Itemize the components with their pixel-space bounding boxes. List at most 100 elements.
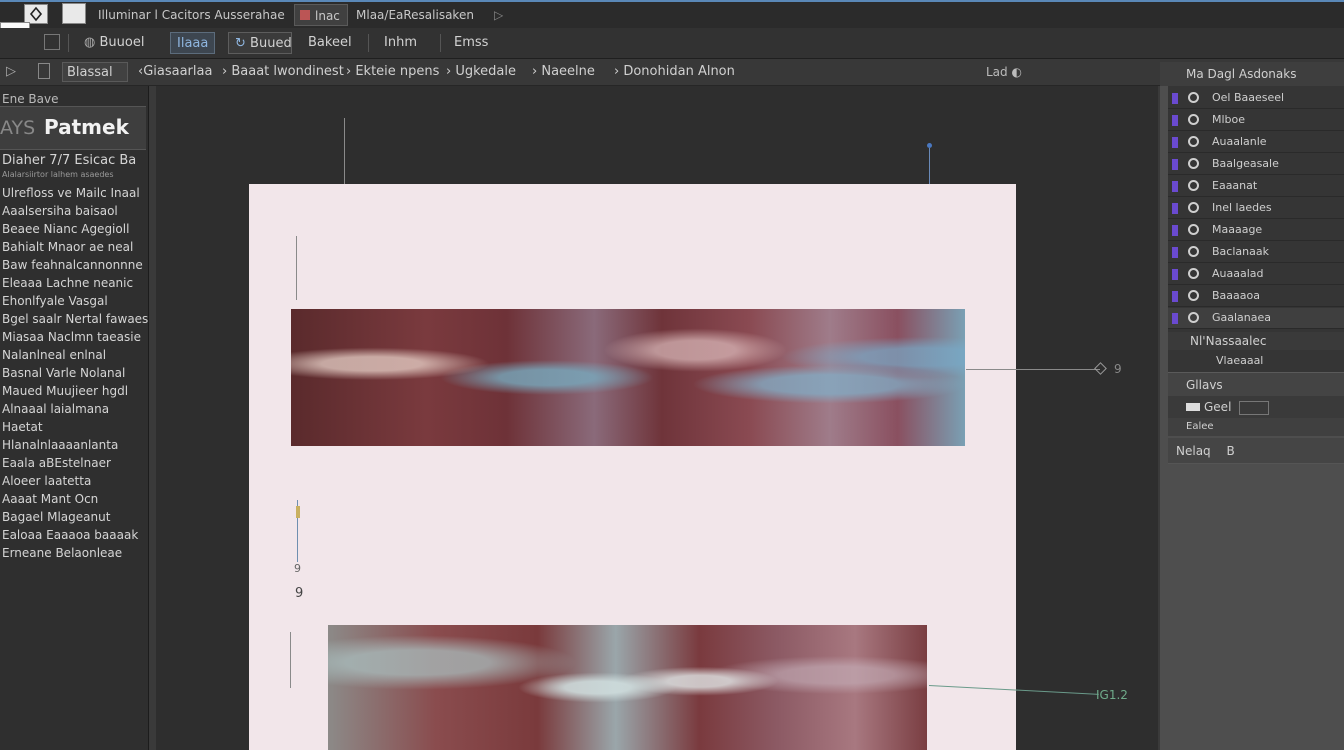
visibility-eye-icon[interactable] [1188,158,1199,169]
toolbar-button-4[interactable]: Bakeel [302,32,358,54]
visibility-eye-icon[interactable] [1188,290,1199,301]
visibility-eye-icon[interactable] [1188,180,1199,191]
layer-name: Auaalanle [1212,135,1267,148]
toolbar-button-1[interactable]: ◍ Buuoel [78,32,150,54]
visibility-eye-icon[interactable] [1188,114,1199,125]
file-icon[interactable] [38,63,50,79]
left-panel-list-item: Ulrefloss ve Mailc Inaal [2,186,140,200]
option-label: Naeelne [541,64,595,79]
layer-row[interactable]: Baalgeasale [1168,154,1344,175]
zoom-control[interactable]: Lad ◐ [986,62,1022,82]
property-row-2[interactable]: Geel [1168,396,1344,418]
visibility-eye-icon[interactable] [1188,202,1199,213]
left-panel-list-item: Aloeer laatetta [2,474,92,488]
visibility-eye-icon[interactable] [1188,268,1199,279]
property-row-4[interactable]: Nelaq B [1168,438,1344,464]
option-item-3[interactable]: › Ekteie npens [346,62,439,82]
layer-row[interactable]: Inel laedes [1168,198,1344,219]
crop-icon[interactable] [44,34,60,50]
document-icon[interactable] [62,3,86,24]
left-panel-list-item: Basnal Varle Nolanal [2,366,126,380]
left-panel-title-block: AYS Patmek [0,106,146,150]
chevron-right-icon[interactable]: ▷ [494,8,503,22]
layer-row[interactable]: Maaaage [1168,220,1344,241]
option-label: Ekteie npens [355,64,440,79]
option-label: Baaat lwondinest [231,64,344,79]
layer-row[interactable]: Auaalanle [1168,132,1344,153]
toolbar-button-label: Buued [250,36,292,51]
tab-document-1[interactable]: Illuminar l Cacitors Ausserahae [92,4,288,26]
layer-color-tag-icon [1172,137,1178,148]
layer-name: Mlboe [1212,113,1246,126]
left-panel-list-item: Maued Muujieer hgdl [2,384,129,398]
option-item-1[interactable]: ‹Giasaarlaa [138,62,212,82]
layer-color-tag-icon [1172,247,1178,258]
left-panel-list-item: Aaalsersiha baisaol [2,204,118,218]
layer-color-tag-icon [1172,225,1178,236]
layer-row[interactable]: Eaaanat [1168,176,1344,197]
toolbar-button-label: Bakeel [308,35,352,50]
margin-marker: 9 [295,586,304,601]
layer-color-tag-icon [1172,159,1178,170]
layer-row[interactable]: Baaaaoa [1168,286,1344,307]
options-select[interactable]: Blassal [62,62,128,82]
title-prefix: AYS [0,117,36,139]
guide-line [296,236,297,300]
option-item-6[interactable]: › Donohidan Alnon [614,62,735,82]
visibility-eye-icon[interactable] [1188,312,1199,323]
margin-marker: 9 [294,562,301,575]
toolbar-button-5[interactable]: Inhm [378,32,423,54]
visibility-eye-icon[interactable] [1188,224,1199,235]
diamond-icon[interactable] [24,4,48,24]
layer-color-tag-icon [1172,203,1178,214]
left-panel-subnote: Alalarsiirtor lalhem asaedes [2,170,114,179]
layer-name: Maaaage [1212,223,1263,236]
options-select-label: Blassal [67,65,113,80]
layer-group-sub-row[interactable]: Vlaeaaal [1168,352,1344,370]
left-panel-list-item: Miasaa Naclmn taeasie [2,330,141,344]
visibility-eye-icon[interactable] [1188,92,1199,103]
option-item-4[interactable]: › Ugkedale [446,62,516,82]
guide-line [344,118,345,188]
toolbar-button-3[interactable]: ↻ Buued [228,32,292,54]
tab-document-3[interactable]: Mlaa/EaResalisaken [350,4,490,26]
options-bar: ▷ Blassal ‹Giasaarlaa › Baaat lwondinest… [0,59,1344,86]
option-item-2[interactable]: › Baaat lwondinest [222,62,344,82]
toolbar-button-6[interactable]: Emss [448,32,494,54]
option-item-5[interactable]: › Naeelne [532,62,595,82]
image-frame-1[interactable] [291,309,965,446]
callout-label: IG1.2 [1096,688,1128,702]
callout-label: 9 [1114,362,1122,376]
layer-group-label: Nl'Nassaalec [1190,334,1267,348]
property-label: Nelaq [1176,444,1211,458]
layer-row[interactable]: Mlboe [1168,110,1344,131]
image-frame-2[interactable] [328,625,927,750]
tab-label: Illuminar l Cacitors Ausserahae [98,8,285,22]
left-panel-list-item: Hlanalnlaaaanlanta [2,438,119,452]
toolbar-button-2[interactable]: Ilaaa [170,32,216,54]
property-row-3[interactable]: Ealee [1168,418,1344,436]
layer-row[interactable]: Oel Baaeseel [1168,88,1344,109]
left-panel-list-item: Bagael Mlageanut [2,510,111,524]
toolbar-button-label: Emss [454,35,489,50]
layer-row[interactable]: Baclanaak [1168,242,1344,263]
left-panel-list-item: Haetat [2,420,43,434]
image-thumbnail-icon [300,10,310,20]
play-icon[interactable]: ▷ [6,62,16,82]
left-panel-list-item: Aaaat Mant Ocn [2,492,99,506]
layer-name: Baalgeasale [1212,157,1279,170]
visibility-eye-icon[interactable] [1188,136,1199,147]
layer-row[interactable]: Auaaalad [1168,264,1344,285]
layer-color-tag-icon [1172,115,1178,126]
property-value-box[interactable] [1239,400,1270,415]
layer-group-row[interactable]: Nl'Nassaalec [1168,332,1344,350]
tab-document-2[interactable]: lnac [294,4,348,26]
visibility-eye-icon[interactable] [1188,246,1199,257]
layer-row[interactable]: Gaalanaea [1168,308,1344,329]
layer-name: Eaaanat [1212,179,1258,192]
property-row-1[interactable]: Gllavs [1168,372,1344,396]
layer-group-sub-label: Vlaeaaal [1216,354,1264,367]
left-panel-list-item: Bgel saalr Nertal fawaes [2,312,149,326]
layer-name: Oel Baaeseel [1212,91,1285,104]
settings-icon: ◐ [1011,65,1022,79]
